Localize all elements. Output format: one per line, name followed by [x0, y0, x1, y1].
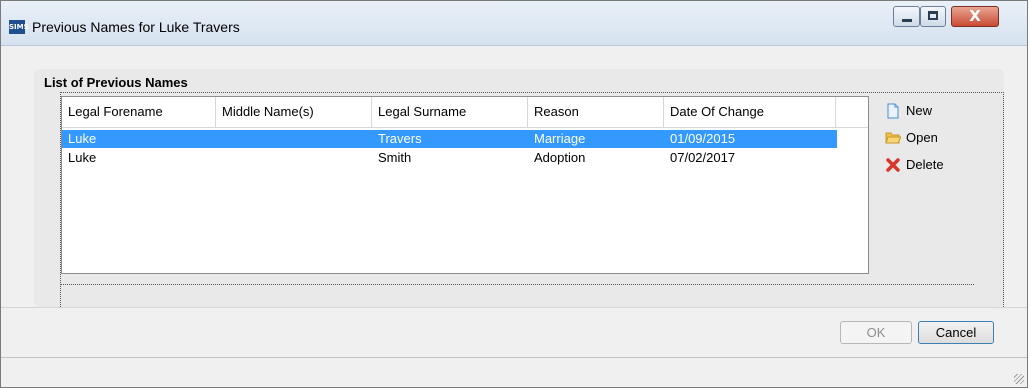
- cell-date: 01/09/2015: [670, 131, 736, 146]
- cell-middle-names: [216, 130, 222, 148]
- column-header-reason[interactable]: Reason: [528, 97, 664, 127]
- cell-date: 07/02/2017: [670, 150, 736, 165]
- cell-forename: Luke: [68, 150, 97, 165]
- open-label: Open: [906, 130, 938, 145]
- column-header-legal-surname[interactable]: Legal Surname: [372, 97, 528, 127]
- folder-open-icon: [885, 132, 901, 144]
- new-document-icon: [887, 103, 899, 119]
- delete-x-icon: [886, 158, 900, 172]
- table-row[interactable]: Luke Smith Adoption 07/02/2017: [62, 149, 837, 167]
- new-label: New: [906, 103, 933, 118]
- cell-surname: Smith: [378, 150, 412, 165]
- sims-app-icon: SIMS: [9, 20, 29, 34]
- previous-names-grid[interactable]: Legal Forename Middle Name(s) Legal Surn…: [61, 96, 869, 274]
- maximize-icon: [928, 11, 938, 20]
- cancel-button[interactable]: Cancel: [918, 321, 994, 344]
- close-button[interactable]: X: [951, 6, 999, 27]
- column-header-legal-forename[interactable]: Legal Forename: [62, 97, 216, 127]
- column-header-middle-names[interactable]: Middle Name(s): [216, 97, 372, 127]
- minimize-button[interactable]: [893, 6, 920, 27]
- window-title: Previous Names for Luke Travers: [32, 19, 240, 35]
- separator: [1, 307, 1027, 308]
- minimize-icon: [902, 19, 912, 22]
- maximize-button[interactable]: [920, 6, 946, 27]
- status-bar: [1, 358, 1027, 387]
- ok-button[interactable]: OK: [840, 321, 912, 344]
- resize-grip-icon[interactable]: [1014, 374, 1024, 384]
- focus-frame-bottom: [60, 284, 974, 285]
- table-row[interactable]: Luke Travers Marriage 01/09/2015: [62, 130, 837, 148]
- column-header-date-of-change[interactable]: Date Of Change: [664, 97, 836, 127]
- cell-reason: Marriage: [534, 131, 586, 146]
- close-icon: X: [969, 7, 981, 25]
- delete-label: Delete: [906, 157, 944, 172]
- cell-reason: Adoption: [534, 150, 586, 165]
- dialog-window: SIMS Previous Names for Luke Travers X L…: [0, 0, 1028, 388]
- title-bar: SIMS Previous Names for Luke Travers X: [1, 1, 1027, 46]
- grid-header: Legal Forename Middle Name(s) Legal Surn…: [62, 97, 868, 128]
- cell-middle-names: [216, 149, 222, 167]
- cell-forename: Luke: [68, 131, 97, 146]
- cell-surname: Travers: [378, 131, 422, 146]
- group-title: List of Previous Names: [44, 75, 188, 90]
